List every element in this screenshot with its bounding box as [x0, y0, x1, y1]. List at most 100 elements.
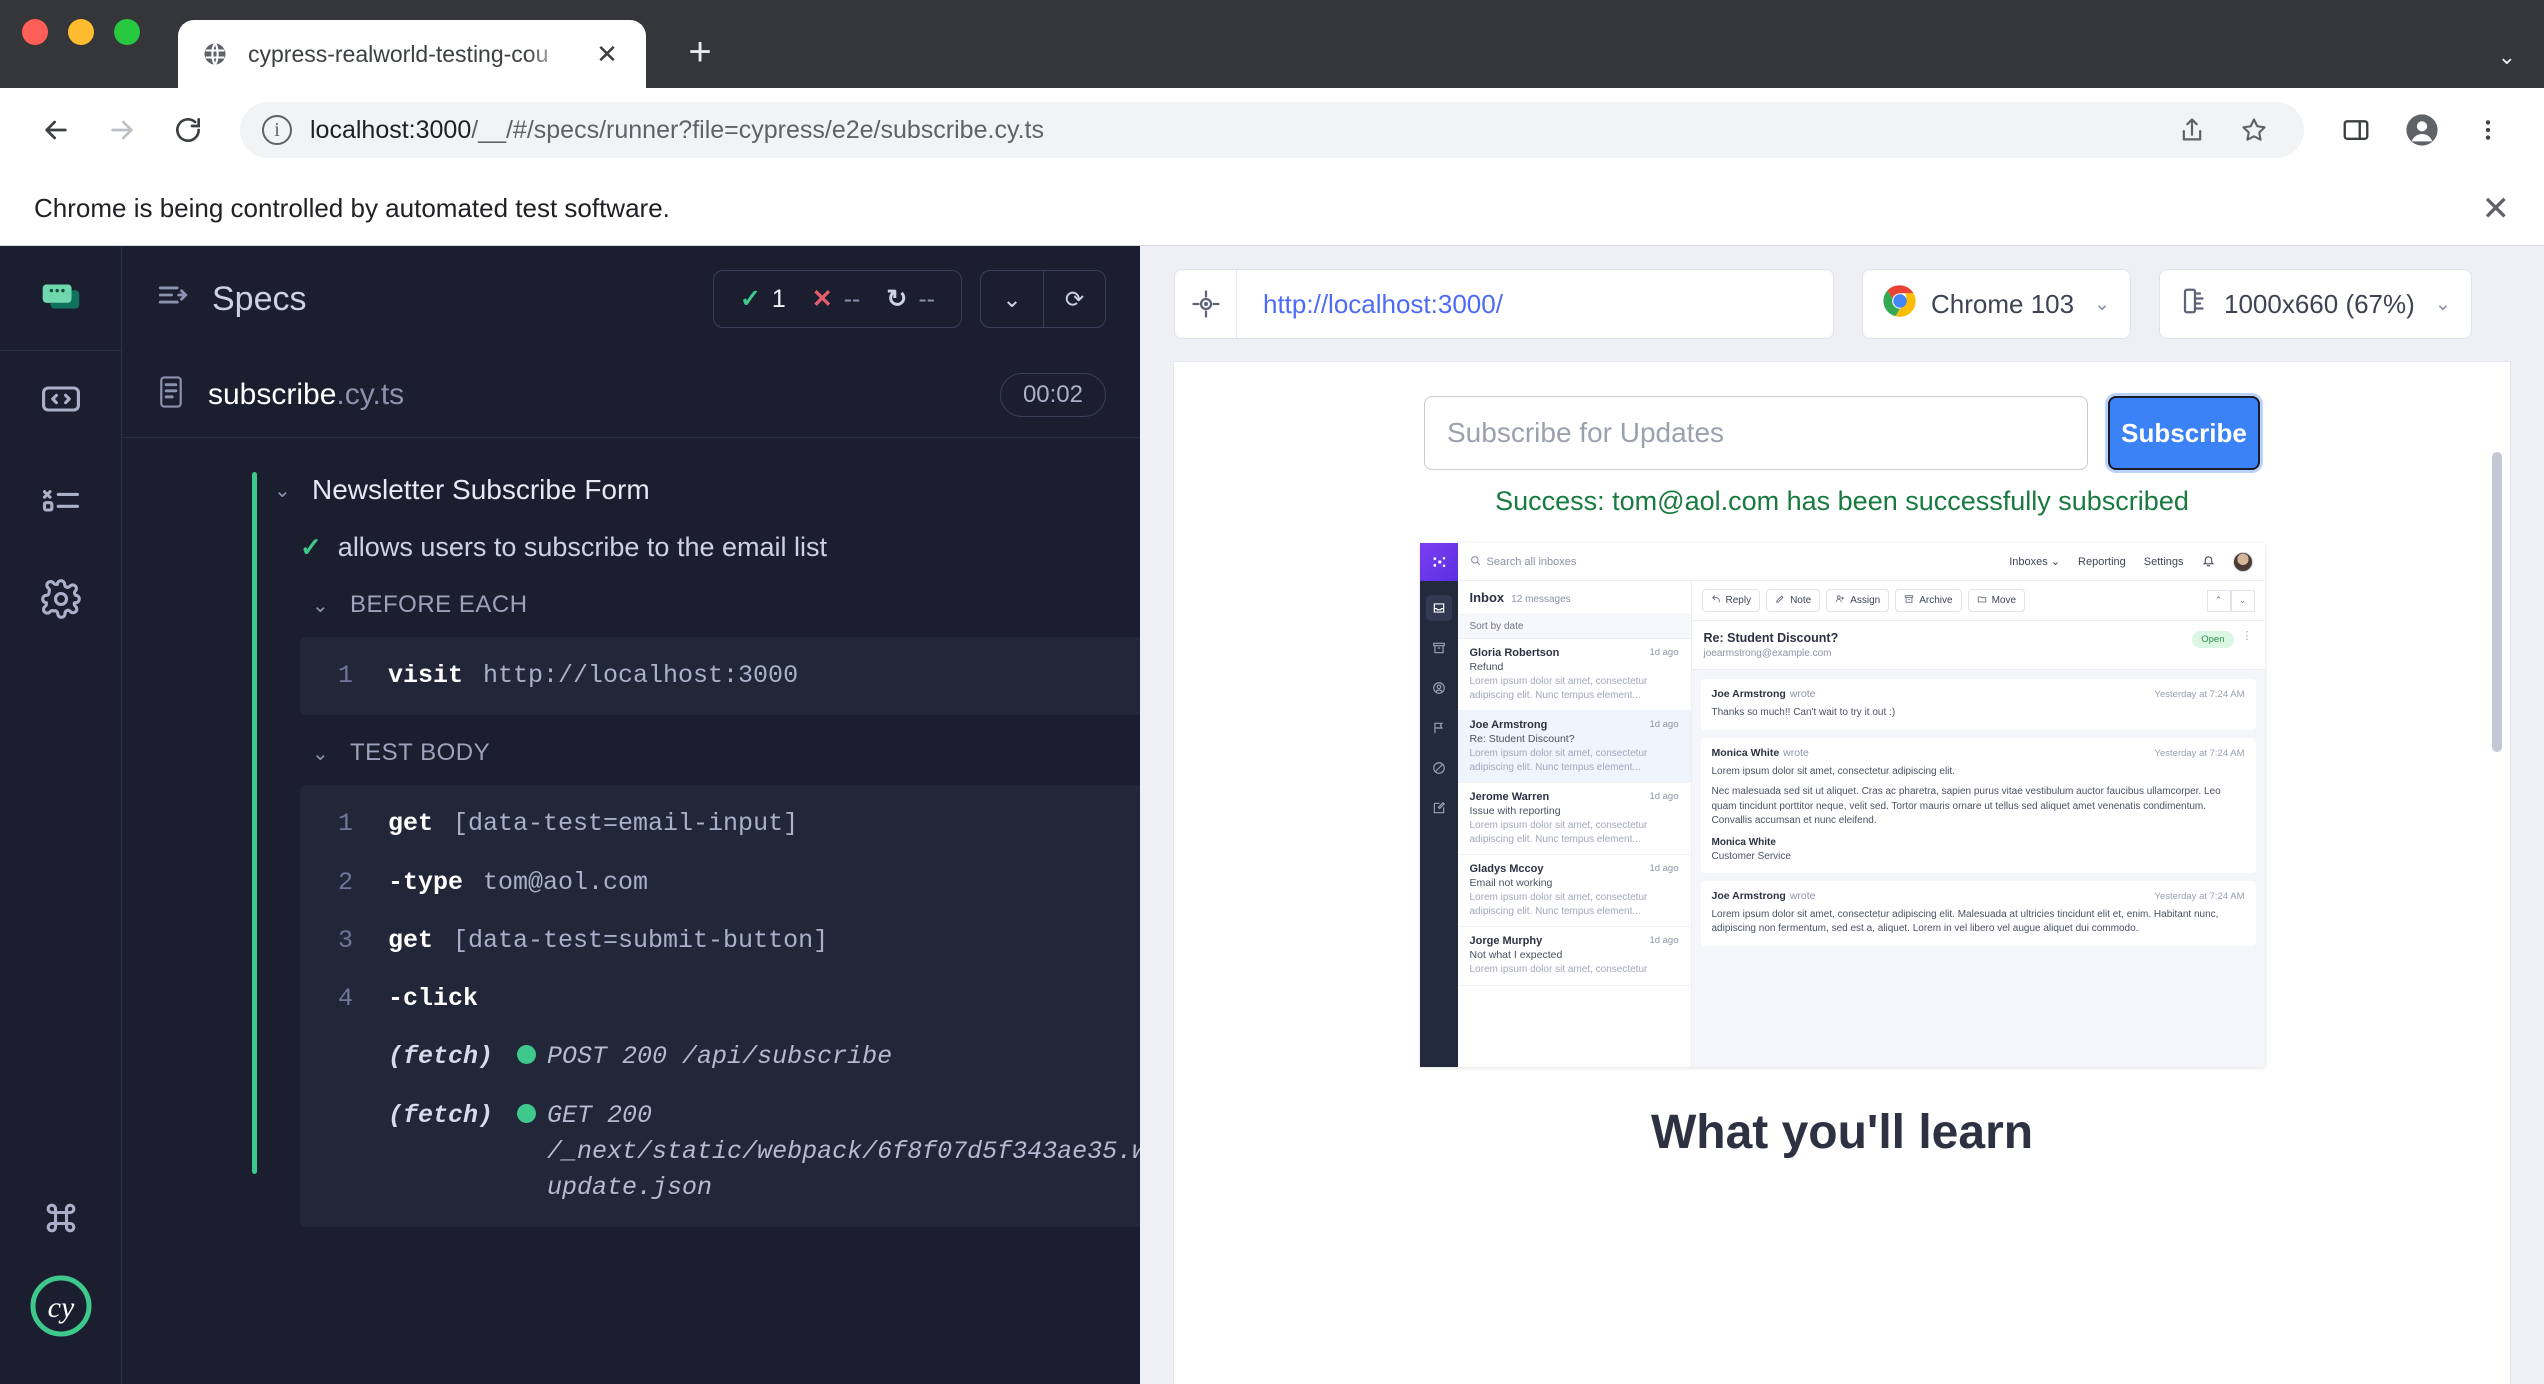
route-text: POST 200 /api/subscribe — [547, 1039, 892, 1075]
kebab-menu-icon[interactable] — [2460, 102, 2516, 158]
move-button[interactable]: Move — [1968, 589, 2025, 612]
thread-messages: Joe Armstrong wrote Yesterday at 7:24 AM… — [1692, 670, 2265, 1067]
viewport-scrollbar[interactable] — [2492, 452, 2502, 752]
assign-button[interactable]: Assign — [1826, 589, 1889, 612]
command-row[interactable]: 1 get [data-test=email-input] — [300, 795, 1140, 853]
command-row[interactable]: 2 -type tom@aol.com — [300, 854, 1140, 912]
browser-tab[interactable]: cypress-realworld-testing-cou ✕ — [178, 20, 646, 88]
prev-thread-button[interactable]: ⌃ — [2207, 590, 2231, 612]
flag-icon[interactable] — [1426, 715, 1452, 741]
thread-email: joearmstrong@example.com — [1704, 648, 1839, 659]
star-icon[interactable] — [2226, 102, 2282, 158]
command-row[interactable]: 1 visit http://localhost:3000 — [300, 647, 1140, 705]
thread-message: Monica White wrote Yesterday at 7:24 AM … — [1701, 738, 2256, 873]
close-window-button[interactable] — [22, 19, 48, 45]
command-key-icon[interactable] — [39, 1196, 83, 1245]
test-title-row[interactable]: ✓ allows users to subscribe to the email… — [122, 520, 1140, 575]
message-body: Thanks so much!! Can't wait to try it ou… — [1712, 706, 2245, 721]
nav-reporting[interactable]: Reporting — [2078, 556, 2126, 568]
command-row[interactable]: 4 -click — [300, 970, 1140, 1028]
preview: Lorem ipsum dolor sit amet, consectetur … — [1470, 819, 1679, 846]
next-thread-button[interactable]: ⌄ — [2231, 590, 2255, 612]
route-row[interactable]: (fetch) POST 200 /api/subscribe — [300, 1028, 1140, 1086]
subject: Issue with reporting — [1470, 805, 1679, 817]
minimize-window-button[interactable] — [68, 19, 94, 45]
list-item-header: Jorge Murphy 1d ago — [1470, 935, 1679, 947]
bell-icon[interactable] — [2202, 554, 2215, 570]
close-icon[interactable]: ✕ — [2482, 189, 2511, 229]
command-row[interactable]: 3 get [data-test=submit-button] — [300, 912, 1140, 970]
back-button[interactable] — [28, 102, 84, 158]
site-info-icon[interactable]: i — [262, 115, 292, 145]
route-row[interactable]: (fetch) GET 200 /_next/static/webpack/6f… — [300, 1087, 1140, 1218]
command-list-test-body: 1 get [data-test=email-input] 2 -type to… — [300, 785, 1140, 1227]
sidebar-item-settings[interactable] — [0, 551, 121, 651]
note-button[interactable]: Note — [1766, 589, 1820, 612]
nav-inboxes[interactable]: Inboxes ⌄ — [2009, 555, 2060, 568]
chevron-down-icon[interactable]: ⌄ — [312, 741, 334, 766]
submit-button[interactable]: Subscribe — [2108, 396, 2260, 470]
new-tab-button[interactable]: + — [674, 26, 726, 78]
address-bar[interactable]: i localhost:3000/__/#/specs/runner?file=… — [240, 102, 2304, 158]
list-item[interactable]: Gloria Robertson 1d ago Refund Lorem ips… — [1458, 639, 1691, 711]
thread-message: Joe Armstrong wrote Yesterday at 7:24 AM… — [1701, 679, 2256, 730]
inbox-icon[interactable] — [1426, 595, 1452, 621]
close-tab-button[interactable]: ✕ — [590, 37, 624, 71]
archive-button[interactable]: Archive — [1895, 589, 1961, 612]
rerun-icon[interactable]: ⟳ — [1043, 271, 1105, 327]
chevron-down-icon[interactable]: ⌄ — [2435, 293, 2451, 316]
list-item[interactable]: Joe Armstrong 1d ago Re: Student Discoun… — [1458, 711, 1691, 783]
blocked-icon[interactable] — [1426, 755, 1452, 781]
sort-control[interactable]: Sort by date — [1458, 615, 1691, 639]
hook-label-before-each[interactable]: ⌄ BEFORE EACH — [122, 575, 1140, 629]
aut-url-box[interactable]: http://localhost:3000/ — [1174, 269, 1834, 339]
sidebar-item-specs[interactable] — [0, 351, 121, 451]
reply-icon — [1711, 594, 1721, 607]
kebab-menu-icon[interactable]: ⋮ — [2242, 631, 2253, 642]
hook-label-test-body[interactable]: ⌄ TEST BODY — [122, 723, 1140, 777]
sidebar-item-project-logo[interactable] — [0, 246, 121, 351]
cy-logo-icon[interactable]: cy — [30, 1275, 92, 1342]
share-icon[interactable] — [2164, 102, 2220, 158]
chevron-down-icon[interactable]: ⌄ — [312, 593, 334, 618]
reload-button[interactable] — [160, 102, 216, 158]
nav-settings[interactable]: Settings — [2144, 556, 2184, 568]
chevron-down-icon[interactable]: ⌄ — [274, 478, 296, 503]
chevron-down-icon[interactable]: ⌄ — [2094, 293, 2110, 316]
sidebar-item-runs[interactable] — [0, 451, 121, 551]
archive-icon[interactable] — [1426, 635, 1452, 661]
list-item[interactable]: Jerome Warren 1d ago Issue with reportin… — [1458, 783, 1691, 855]
browser-selector[interactable]: Chrome 103 ⌄ — [1862, 269, 2131, 339]
list-item[interactable]: Gladys Mccoy 1d ago Email not working Lo… — [1458, 855, 1691, 927]
suite-title-row[interactable]: ⌄ Newsletter Subscribe Form — [122, 460, 1140, 520]
message-verb: wrote — [1790, 890, 1816, 902]
email-search[interactable]: Search all inboxes — [1470, 555, 1577, 569]
note-label: Note — [1790, 595, 1811, 606]
move-folder-icon — [1977, 594, 1987, 607]
forward-button[interactable] — [94, 102, 150, 158]
user-avatar[interactable] — [2233, 552, 2253, 572]
reporter-controls: ⌄ ⟳ — [980, 270, 1106, 328]
viewport-selector[interactable]: 1000x660 (67%) ⌄ — [2159, 269, 2472, 339]
list-item[interactable]: Jorge Murphy 1d ago Not what I expected … — [1458, 927, 1691, 986]
selector-playground-icon[interactable] — [1175, 270, 1237, 338]
compose-icon[interactable] — [1426, 795, 1452, 821]
signature-name: Monica White — [1712, 837, 1776, 848]
command-name: visit — [388, 658, 463, 694]
profile-avatar-icon[interactable] — [2394, 102, 2450, 158]
reply-button[interactable]: Reply — [1702, 589, 1761, 612]
specs-title-group[interactable]: Specs — [156, 278, 307, 321]
status-badge: Open — [2192, 631, 2233, 648]
message-header: Joe Armstrong wrote Yesterday at 7:24 AM — [1712, 688, 2245, 700]
command-number: 2 — [324, 865, 388, 901]
email-app-screenshot: Search all inboxes Inboxes ⌄ Reporting S… — [1420, 543, 2265, 1067]
tab-list-menu-icon[interactable]: ⌄ — [2498, 44, 2516, 70]
run-stats: ✓ 1 ✕ -- ↻ -- — [713, 270, 962, 328]
contacts-icon[interactable] — [1426, 675, 1452, 701]
chevron-down-icon[interactable]: ⌄ — [981, 271, 1043, 327]
maximize-window-button[interactable] — [114, 19, 140, 45]
message-timestamp: Yesterday at 7:24 AM — [2155, 748, 2245, 759]
email-input[interactable]: Subscribe for Updates — [1424, 396, 2088, 470]
thread-action-bar: Reply Note — [1692, 581, 2265, 621]
side-panel-icon[interactable] — [2328, 102, 2384, 158]
